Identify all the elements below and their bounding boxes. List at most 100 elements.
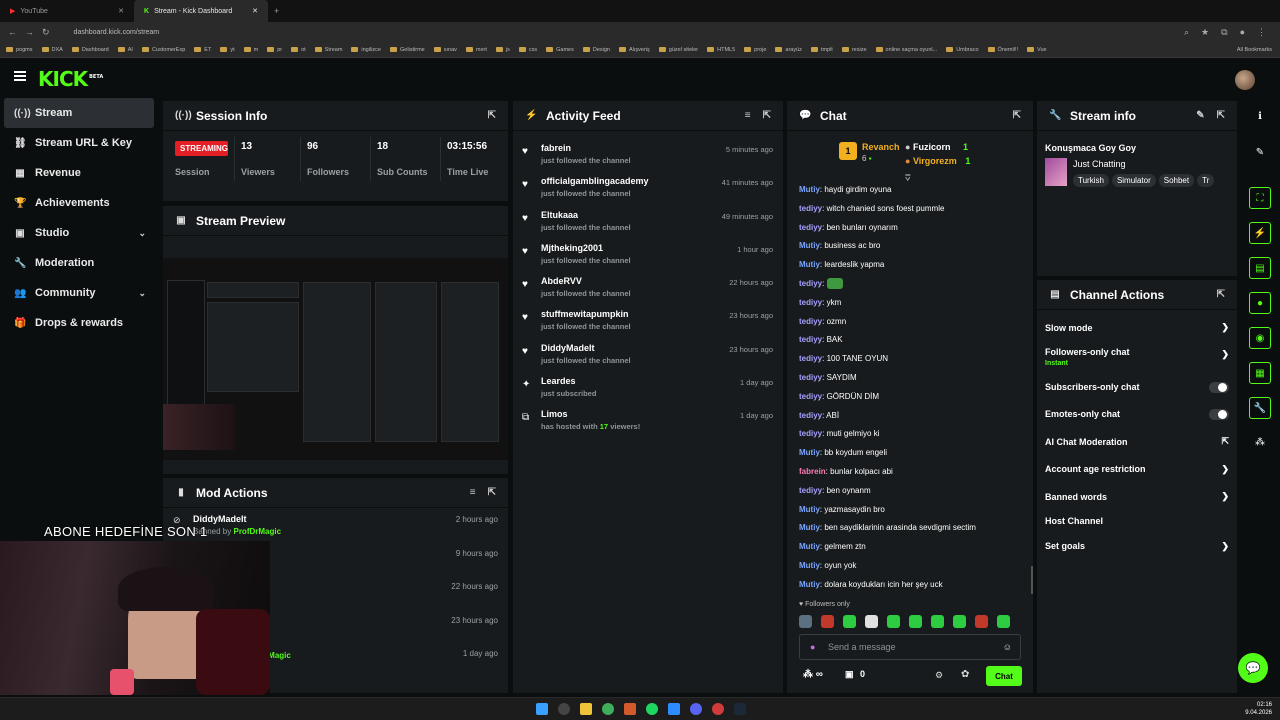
chat-message[interactable]: tediyy: ykm <box>787 294 1033 313</box>
bookmark-item[interactable]: ingilizce <box>351 47 381 53</box>
channel-action-host-channel[interactable]: Host Channel <box>1037 510 1237 532</box>
popout-icon[interactable]: ⇱ <box>763 110 771 121</box>
list-item[interactable]: ♥ DiddyMadeIt just followed the channel 23 … <box>513 337 783 370</box>
channel-action-slow-mode[interactable]: Slow mode ❯ <box>1037 314 1237 341</box>
list-item[interactable]: ♥ Eltukaaa just followed the channel 49 min… <box>513 204 783 237</box>
zoom-icon[interactable]: ⌕ <box>1184 27 1189 38</box>
chat-username[interactable]: Mutiy <box>799 561 820 570</box>
chat-username[interactable]: tediyy <box>799 486 822 495</box>
chat-message[interactable]: tediyy: ozmn <box>787 313 1033 332</box>
popout-icon[interactable]: ⇱ <box>1217 110 1225 121</box>
chat-message[interactable]: tediyy: muti gelmiyo ki <box>787 425 1033 444</box>
menu-hamburger-icon[interactable] <box>14 71 26 81</box>
chat-message[interactable]: Mutiy: oyun yok <box>787 557 1033 576</box>
chevron-right-icon[interactable]: ❯ <box>1221 349 1229 360</box>
chat-username[interactable]: tediyy <box>799 279 822 288</box>
bookmark-item[interactable]: online saçma oyunl... <box>875 47 937 53</box>
avatar[interactable] <box>1235 70 1255 90</box>
wrench-icon[interactable]: 🔧 <box>1249 397 1271 419</box>
chat-message[interactable]: tediyy: SAYDIM <box>787 369 1033 388</box>
reload-icon[interactable]: ↻ <box>42 27 50 38</box>
bookmark-item[interactable]: yt <box>220 47 235 53</box>
sidebar-item-achievements[interactable]: 🏆 Achievements <box>0 188 158 218</box>
discord-icon[interactable] <box>690 703 702 715</box>
emote-icon[interactable] <box>997 615 1010 628</box>
support-chat-button[interactable]: 💬 <box>1238 653 1268 683</box>
chat-username[interactable]: tediyy <box>799 411 822 420</box>
channel-action-subscribers-only-chat[interactable]: Subscribers-only chat <box>1037 373 1237 400</box>
sidebar-item-stream-url-key[interactable]: ⛓ Stream URL & Key <box>0 128 158 158</box>
chevron-right-icon[interactable]: ❯ <box>1221 541 1229 552</box>
list-item[interactable]: ♥ Mjtheking2001 just followed the channel 1… <box>513 237 783 270</box>
bookmark-item[interactable]: proje <box>744 47 766 53</box>
chat-username[interactable]: Mutiy <box>799 580 820 589</box>
sidebar-item-stream[interactable]: ((·)) Stream <box>4 98 154 128</box>
bookmark-item[interactable]: tmplt <box>810 47 833 53</box>
popout-icon[interactable]: ⇱ <box>488 487 496 498</box>
chat-username[interactable]: fabrein <box>799 467 826 476</box>
list-item[interactable]: ♥ AbdeRVV just followed the channel 22 hour… <box>513 270 783 303</box>
bookmark-item[interactable]: AI <box>117 47 133 53</box>
settings-icon[interactable]: ⚙ <box>935 670 943 681</box>
chat-message[interactable]: Mutiy: yazmasaydin bro <box>787 501 1033 520</box>
start-icon[interactable] <box>536 703 548 715</box>
kick-logo[interactable]: KICK BETA <box>38 67 103 91</box>
all-bookmarks[interactable]: All Bookmarks <box>1237 47 1280 53</box>
bookmark-item[interactable]: m <box>243 47 258 53</box>
stream-tag[interactable]: Sohbet <box>1158 174 1195 187</box>
bookmark-item[interactable]: güzel siteler <box>658 47 698 53</box>
chat-message[interactable]: tediyy: ben bunları oynarım <box>787 219 1033 238</box>
chat-username[interactable]: tediyy <box>799 354 822 363</box>
moderator-name[interactable]: ProfDrMagic <box>233 527 281 536</box>
list-item[interactable]: ♥ officialgamblingacademy just followed th… <box>513 170 783 203</box>
popout-icon[interactable]: ⇱ <box>488 110 496 121</box>
chat-username[interactable]: tediyy <box>799 317 822 326</box>
edit-icon[interactable]: ✎ <box>1196 110 1204 121</box>
chat-message[interactable]: tediyy: ABİ <box>787 407 1033 426</box>
channel-action-set-goals[interactable]: Set goals ❯ <box>1037 532 1237 559</box>
chat-username[interactable]: Mutiy <box>799 505 820 514</box>
external-link-icon[interactable]: ⇱ <box>1221 436 1229 447</box>
search-icon[interactable] <box>558 703 570 715</box>
broadcast-icon[interactable]: ◉ <box>1249 327 1271 349</box>
channel-action-emotes-only-chat[interactable]: Emotes-only chat <box>1037 401 1237 428</box>
list-item[interactable]: ⧉ Limos has hosted with 17 viewers! 1 day a… <box>513 403 783 436</box>
sidebar-item-community[interactable]: 👥 Community ⌄ <box>0 278 158 308</box>
chevron-right-icon[interactable]: ❯ <box>1221 322 1229 333</box>
emote-icon[interactable] <box>865 615 878 628</box>
close-icon[interactable]: ✕ <box>252 7 258 15</box>
category-name[interactable]: Just Chatting <box>1073 159 1126 169</box>
back-icon[interactable]: ← <box>8 27 17 37</box>
chat-username[interactable]: Mutiy <box>799 448 820 457</box>
bookmark-item[interactable]: Alışveriş <box>619 47 650 53</box>
chat-input[interactable]: ● Send a message ☺ <box>799 634 1021 660</box>
chat-bubble-icon[interactable]: ● <box>1249 292 1271 314</box>
bookmark-item[interactable]: DXA <box>41 47 63 53</box>
channel-action-banned-words[interactable]: Banned words ❯ <box>1037 483 1237 510</box>
chat-message[interactable]: tediyy: <box>787 275 1033 294</box>
chat-username[interactable]: tediyy <box>799 204 822 213</box>
chat-username[interactable]: Mutiy <box>799 260 820 269</box>
app-icon[interactable] <box>668 703 680 715</box>
emote-icon[interactable] <box>843 615 856 628</box>
sidebar-item-moderation[interactable]: 🔧 Moderation <box>0 248 158 278</box>
bookmark-item[interactable]: pr <box>267 47 282 53</box>
bookmark-item[interactable]: css <box>518 47 537 53</box>
chevron-down-icon[interactable]: ⌄ <box>138 228 146 239</box>
browser-tab-kick[interactable]: K Stream - Kick Dashboard ✕ <box>134 0 268 22</box>
bot-icon[interactable]: ✿ <box>961 669 969 680</box>
info-icon[interactable]: ℹ <box>1249 105 1271 127</box>
toggle-switch[interactable] <box>1209 408 1229 420</box>
bookmark-item[interactable]: resize <box>841 47 867 53</box>
channel-action-followers-only-chat[interactable]: Followers-only chat Instant ❯ <box>1037 341 1237 373</box>
emote-icon[interactable] <box>975 615 988 628</box>
chat-message[interactable]: Mutiy: ben saydiklarinin arasinda sevdig… <box>787 519 1033 538</box>
chat-message[interactable]: fabrein: bunlar kolpacı abi <box>787 463 1033 482</box>
chat-message[interactable]: Mutiy: gelmem ztn <box>787 538 1033 557</box>
emote-icon[interactable] <box>887 615 900 628</box>
chat-username[interactable]: Mutiy <box>799 241 820 250</box>
steam-icon[interactable] <box>734 703 746 715</box>
emote-icon[interactable] <box>799 615 812 628</box>
chat-message[interactable]: tediyy: GÖRDÜN DİM <box>787 388 1033 407</box>
bolt-icon[interactable]: ⚡ <box>1249 222 1271 244</box>
